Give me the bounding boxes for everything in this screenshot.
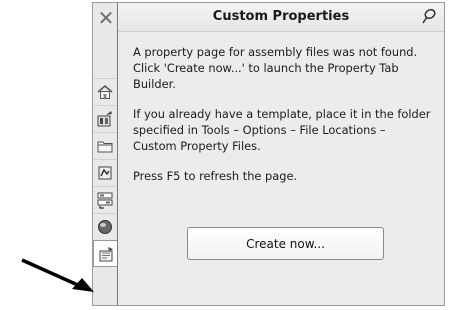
panel-title: Custom Properties bbox=[212, 9, 350, 24]
tab-custom-properties[interactable] bbox=[93, 240, 117, 267]
home-icon bbox=[97, 85, 113, 99]
panel-header: Custom Properties bbox=[118, 3, 444, 32]
view-palette-icon bbox=[98, 166, 112, 180]
folder-icon bbox=[97, 141, 113, 153]
task-pane-tabs bbox=[93, 78, 117, 267]
tab-online[interactable] bbox=[94, 213, 116, 240]
panel-body: A property page for assembly files was n… bbox=[118, 32, 444, 184]
callout-arrow-icon bbox=[21, 258, 94, 292]
design-library-icon bbox=[97, 111, 112, 127]
tab-home[interactable] bbox=[94, 78, 116, 105]
tab-appearances[interactable] bbox=[94, 186, 116, 213]
not-found-message: A property page for assembly files was n… bbox=[133, 45, 418, 91]
close-icon[interactable]: ✕ bbox=[97, 8, 115, 28]
create-now-button[interactable]: Create now... bbox=[187, 227, 384, 260]
tab-file-explorer[interactable] bbox=[94, 132, 116, 159]
task-pane: ✕ Custom Properties A property page for … bbox=[92, 2, 445, 306]
pin-icon[interactable] bbox=[420, 7, 438, 25]
tab-view-palette[interactable] bbox=[94, 159, 116, 186]
tab-design-library[interactable] bbox=[94, 105, 116, 132]
appearances-icon bbox=[97, 192, 113, 209]
refresh-hint: Press F5 to refresh the page. bbox=[133, 169, 298, 183]
template-location-message: If you already have a template, place it… bbox=[133, 107, 431, 153]
custom-properties-panel: Custom Properties A property page for as… bbox=[117, 2, 445, 306]
globe-icon bbox=[98, 220, 112, 234]
custom-properties-icon bbox=[99, 246, 113, 261]
